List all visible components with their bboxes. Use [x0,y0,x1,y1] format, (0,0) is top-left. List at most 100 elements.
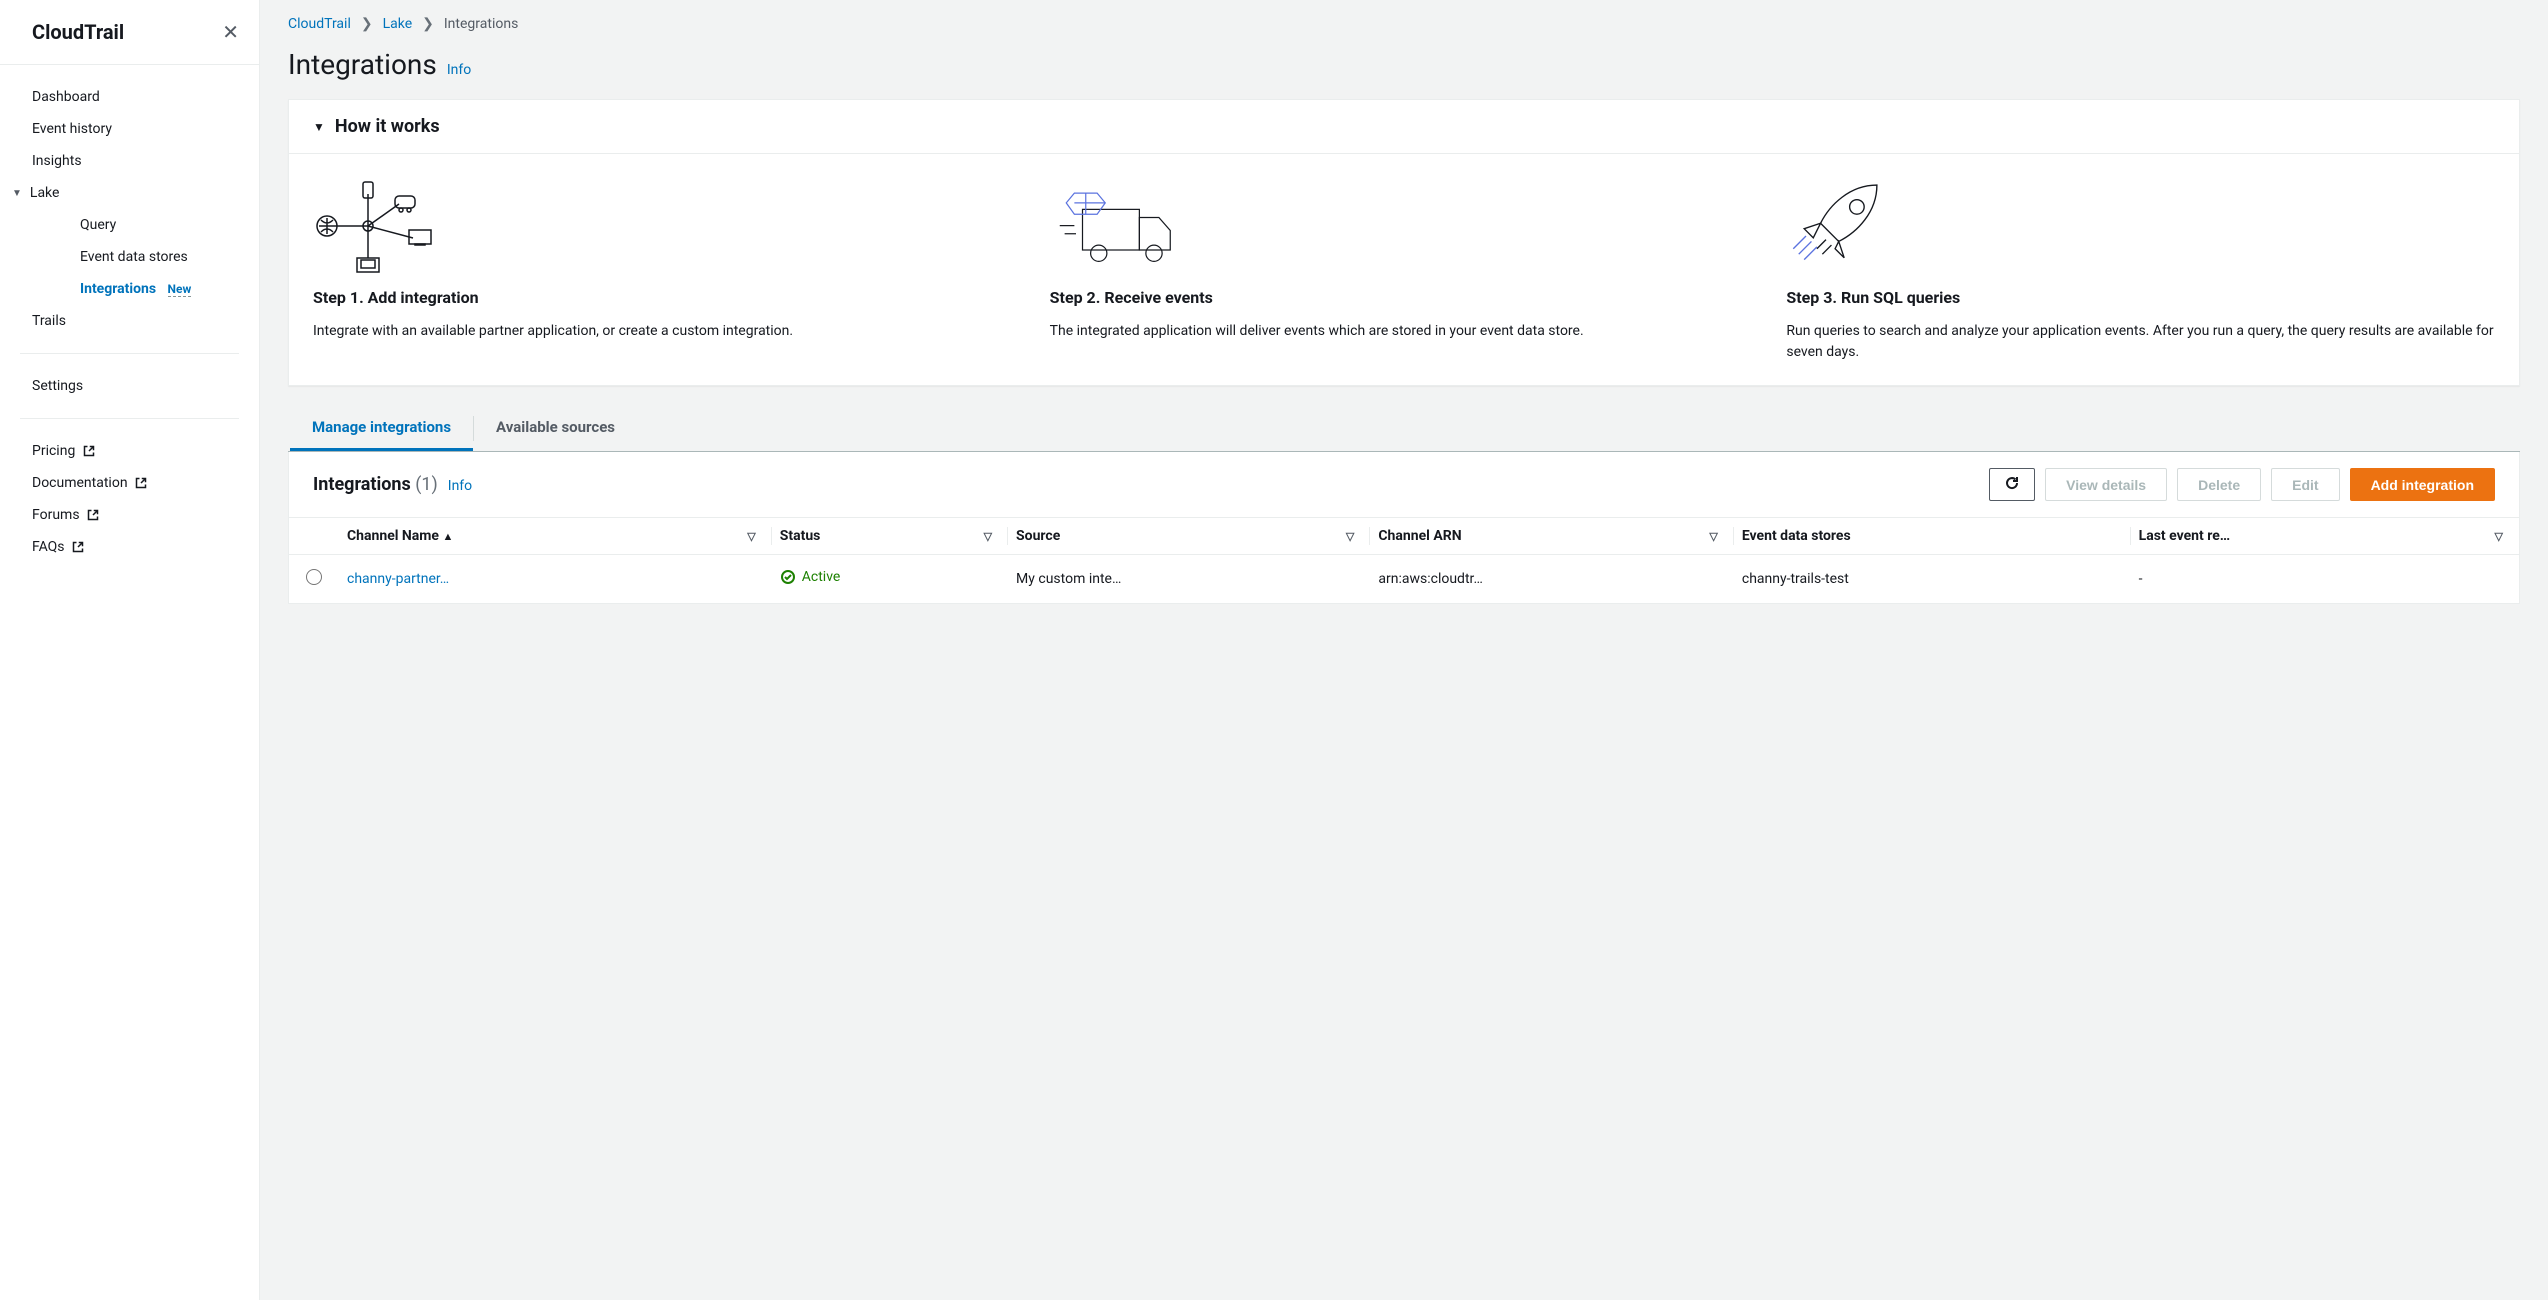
row-last-event: - [2131,555,2519,604]
col-event-data-stores[interactable]: Event data stores [1734,518,2131,555]
edit-button[interactable]: Edit [2271,468,2339,501]
column-options-icon[interactable]: ▽ [2495,530,2503,543]
breadcrumb-current: Integrations [444,16,518,32]
tab-manage-integrations[interactable]: Manage integrations [290,406,473,451]
chevron-right-icon: ❯ [361,16,373,32]
side-navigation: Dashboard Event history Insights ▼ Lake … [0,65,259,579]
how-it-works-container: ▼ How it works [288,99,2520,386]
page-title: Integrations [288,48,437,81]
table-title-text: Integrations [313,474,411,495]
divider [20,418,239,419]
col-channel-name-label: Channel Name [347,528,439,544]
nav-integrations-label: Integrations [80,281,156,297]
nav-integrations[interactable]: Integrations New [24,273,259,305]
col-last-event[interactable]: Last event re… ▽ [2131,518,2519,555]
col-channel-name[interactable]: Channel Name ▲ ▽ [339,518,772,555]
step-3-desc: Run queries to search and analyze your a… [1786,321,2495,363]
external-link-icon [135,477,147,489]
nav-pricing[interactable]: Pricing [0,435,259,467]
breadcrumb: CloudTrail ❯ Lake ❯ Integrations [288,12,2520,48]
step-1-desc: Integrate with an available partner appl… [313,321,1022,342]
nav-dashboard[interactable]: Dashboard [0,81,259,113]
info-link[interactable]: Info [447,62,471,78]
nav-forums-label: Forums [32,507,80,523]
sidebar: CloudTrail ✕ Dashboard Event history Ins… [0,0,260,1300]
col-status[interactable]: Status ▽ [772,518,1008,555]
caret-down-icon: ▼ [12,188,22,199]
tab-available-sources[interactable]: Available sources [474,406,637,451]
nav-lake-label: Lake [30,185,60,201]
chevron-right-icon: ❯ [422,16,434,32]
external-link-icon [83,445,95,457]
nav-insights[interactable]: Insights [0,145,259,177]
column-options-icon[interactable]: ▽ [1346,530,1354,543]
table-count: (1) [415,474,438,495]
status-text: Active [802,569,841,585]
col-last-event-label: Last event re… [2139,528,2231,544]
close-sidebar-icon[interactable]: ✕ [222,20,239,44]
delivery-truck-icon [1050,176,1759,276]
integrations-table-title: Integrations (1) [313,474,438,495]
nav-documentation-label: Documentation [32,475,128,491]
col-channel-arn-label: Channel ARN [1378,528,1461,544]
nav-trails[interactable]: Trails [0,305,259,337]
refresh-button[interactable] [1989,468,2035,501]
row-channel-name[interactable]: channy-partner… [347,571,449,587]
step-3: Step 3. Run SQL queries Run queries to s… [1786,176,2495,363]
column-options-icon[interactable]: ▽ [747,530,755,543]
col-event-data-stores-label: Event data stores [1742,528,1851,544]
column-options-icon[interactable]: ▽ [1709,530,1717,543]
col-source[interactable]: Source ▽ [1008,518,1370,555]
divider [20,353,239,354]
col-status-label: Status [780,528,821,544]
breadcrumb-lake[interactable]: Lake [383,16,413,32]
row-channel-arn: arn:aws:cloudtr… [1370,555,1733,604]
step-1-title: Step 1. Add integration [313,288,1022,307]
nav-event-data-stores[interactable]: Event data stores [24,241,259,273]
caret-down-icon: ▼ [313,120,325,134]
col-source-label: Source [1016,528,1060,544]
nav-query[interactable]: Query [24,209,259,241]
col-select [289,518,339,555]
external-link-icon [87,509,99,521]
nav-group-lake[interactable]: ▼ Lake [0,177,259,209]
nav-settings[interactable]: Settings [0,370,259,402]
rocket-icon [1786,176,2495,276]
integration-network-icon [313,176,1022,276]
integrations-panel: Integrations (1) Info View details Delet… [288,452,2520,604]
step-2: Step 2. Receive events The integrated ap… [1050,176,1759,363]
external-link-icon [72,541,84,553]
main-content: CloudTrail ❯ Lake ❯ Integrations Integra… [260,0,2548,1300]
step-2-title: Step 2. Receive events [1050,288,1759,307]
check-circle-icon [780,569,796,585]
delete-button[interactable]: Delete [2177,468,2261,501]
tabs: Manage integrations Available sources [288,406,2520,452]
step-2-desc: The integrated application will deliver … [1050,321,1759,342]
nav-pricing-label: Pricing [32,443,75,459]
col-channel-arn[interactable]: Channel ARN ▽ [1370,518,1733,555]
table-info-link[interactable]: Info [448,478,472,494]
row-event-data-stores: channy-trails-test [1734,555,2131,604]
column-options-icon[interactable]: ▽ [984,530,992,543]
new-badge: New [168,282,192,297]
step-1: Step 1. Add integration Integrate with a… [313,176,1022,363]
add-integration-button[interactable]: Add integration [2350,468,2495,501]
how-it-works-header[interactable]: ▼ How it works [289,100,2519,153]
step-3-title: Step 3. Run SQL queries [1786,288,2495,307]
nav-forums[interactable]: Forums [0,499,259,531]
breadcrumb-root[interactable]: CloudTrail [288,16,351,32]
nav-event-history[interactable]: Event history [0,113,259,145]
how-it-works-title: How it works [335,116,440,137]
nav-faqs[interactable]: FAQs [0,531,259,563]
row-source: My custom inte… [1008,555,1370,604]
status-badge: Active [780,569,841,585]
row-select-radio[interactable] [306,569,322,585]
refresh-icon [2004,475,2020,491]
sort-asc-icon: ▲ [442,530,453,543]
integrations-table: Channel Name ▲ ▽ Status ▽ [289,517,2519,603]
nav-documentation[interactable]: Documentation [0,467,259,499]
service-title: CloudTrail [32,20,124,44]
view-details-button[interactable]: View details [2045,468,2167,501]
nav-faqs-label: FAQs [32,539,65,555]
table-row[interactable]: channy-partner… Active My custom inte… a… [289,555,2519,604]
